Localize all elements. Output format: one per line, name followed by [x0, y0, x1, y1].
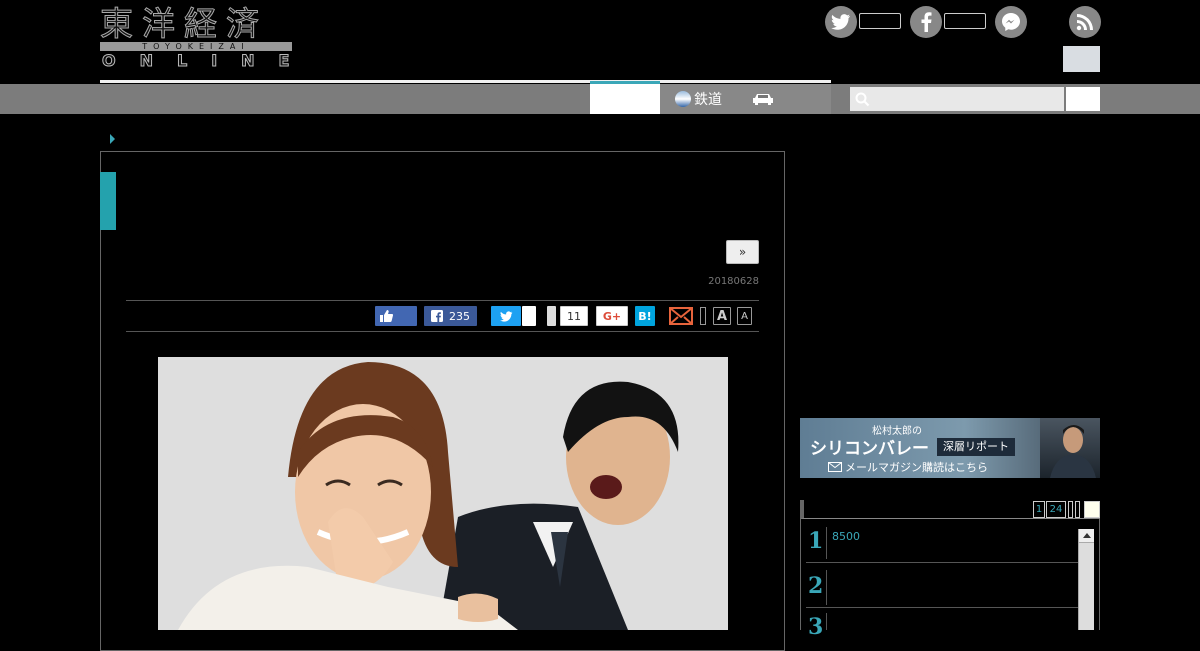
google-plus-button[interactable]: G+	[596, 306, 628, 326]
rank-divider	[806, 607, 1078, 608]
rank-number: 1	[808, 528, 824, 554]
facebook-share-button[interactable]: 235	[424, 306, 477, 326]
nav-item-label: 鉄道	[694, 92, 722, 108]
font-small-button[interactable]: A	[737, 307, 752, 325]
breadcrumb-arrow-icon	[110, 134, 115, 144]
tweet-count	[522, 306, 536, 326]
newsletter-banner[interactable]: 松村太郎の シリコンバレー 深層リポート メールマガジン購読はこちら	[800, 418, 1100, 478]
print-button[interactable]	[700, 307, 706, 325]
like-button[interactable]	[375, 306, 417, 326]
twitter-icon	[499, 310, 512, 322]
tweet-button[interactable]	[491, 306, 521, 326]
rank-item-title[interactable]: 8500	[832, 530, 860, 543]
font-large-button[interactable]: A	[713, 307, 731, 325]
car-icon	[753, 94, 773, 105]
publish-date: 20180628	[708, 276, 759, 287]
search-icon	[855, 92, 870, 106]
facebook-count-box	[944, 13, 986, 29]
nav-top-line	[100, 80, 831, 83]
pocket-button[interactable]	[547, 306, 556, 326]
twitter-count-box	[859, 13, 901, 29]
twitter-icon[interactable]	[825, 6, 857, 38]
thumbs-up-icon	[380, 310, 393, 322]
facebook-share-count: 235	[449, 309, 470, 323]
train-icon	[675, 91, 691, 107]
messenger-icon[interactable]	[995, 6, 1027, 38]
logo-kanji[interactable]: 東洋経済	[100, 4, 268, 44]
ranking-tab[interactable]	[1068, 501, 1073, 518]
divider	[126, 331, 759, 332]
ranking-tab-1h[interactable]: 1	[1033, 501, 1045, 518]
facebook-icon[interactable]	[910, 6, 942, 38]
banner-portrait	[1040, 418, 1100, 478]
banner-subtitle: 深層リポート	[937, 438, 1015, 456]
logo-romaji: TOYOKEIZAI	[100, 42, 292, 51]
rank-separator	[826, 570, 827, 605]
ranking-scrollbar[interactable]	[1078, 529, 1094, 630]
logo-online: ONLINE	[101, 51, 314, 71]
next-page-button[interactable]: »	[726, 240, 759, 264]
ranking-tab[interactable]	[1084, 501, 1100, 518]
pocket-count: 11	[560, 306, 588, 326]
search-input[interactable]	[850, 87, 1064, 111]
member-button[interactable]	[1063, 46, 1100, 72]
mail-icon[interactable]	[669, 307, 693, 329]
facebook-icon	[431, 310, 443, 322]
hatena-bookmark-button[interactable]: B!	[635, 306, 655, 326]
banner-cta-label: メールマガジン購読はこちら	[845, 461, 988, 474]
nav-item-car[interactable]	[752, 84, 774, 114]
rank-divider	[806, 562, 1078, 563]
nav-item-active[interactable]	[590, 81, 660, 114]
rank-number: 2	[808, 573, 824, 599]
rss-icon[interactable]	[1069, 6, 1101, 38]
title-accent	[100, 172, 116, 230]
ranking-tab[interactable]	[1075, 501, 1080, 518]
banner-cta: メールマガジン購読はこちら	[828, 459, 988, 475]
ranking-tab-24h[interactable]: 24	[1046, 501, 1066, 518]
mail-icon	[828, 462, 842, 472]
search-button[interactable]	[1066, 87, 1100, 111]
rank-number: 3	[808, 614, 824, 640]
rank-separator	[826, 527, 827, 559]
scroll-up-arrow-icon[interactable]	[1079, 529, 1094, 543]
nav-item-railway[interactable]: 鉄道	[675, 84, 722, 114]
divider	[126, 300, 759, 301]
banner-title: シリコンバレー	[810, 439, 929, 459]
article-photo	[158, 357, 728, 630]
rank-separator	[826, 613, 827, 630]
